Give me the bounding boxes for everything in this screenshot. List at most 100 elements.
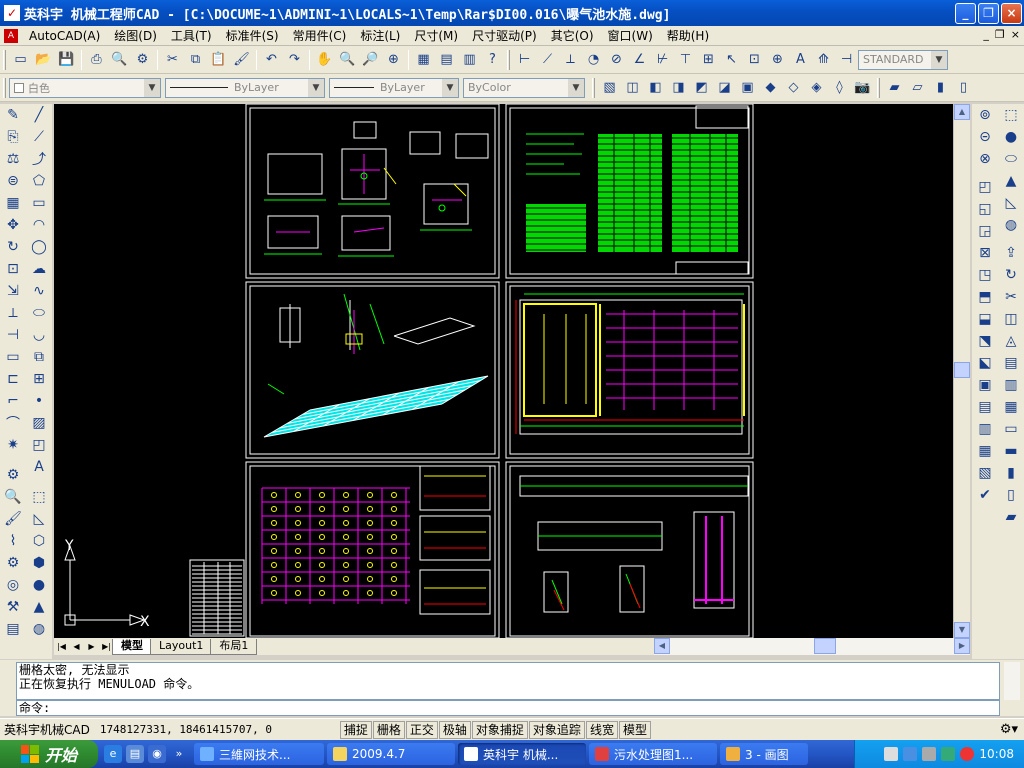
3d-view-left-icon[interactable]: ◨ <box>667 76 690 99</box>
cube-icon[interactable]: ⬡ <box>28 530 50 552</box>
color-faces-icon[interactable]: ⬔ <box>974 330 996 352</box>
toolbar-grip[interactable] <box>3 77 6 98</box>
app-icon[interactable]: ✓ <box>4 5 20 21</box>
undo-icon[interactable]: ↶ <box>260 48 283 71</box>
drawing-sheets[interactable]: X Y <box>54 104 953 638</box>
task-button[interactable]: 污水处理图1... <box>589 743 717 765</box>
radius-dimension-icon[interactable]: ◔ <box>582 48 605 71</box>
taper-faces-icon[interactable]: ⬒ <box>974 286 996 308</box>
linetype-combo[interactable]: ByLayer ▼ <box>165 77 325 98</box>
task-button[interactable]: 2009.4.7 <box>327 743 455 765</box>
media-icon[interactable]: ◉ <box>148 745 166 763</box>
tool-palette-icon[interactable]: ▥ <box>458 48 481 71</box>
standard-part-icon[interactable]: ⚙ <box>2 464 24 486</box>
toggle-polar[interactable]: 极轴 <box>438 720 471 739</box>
copy-icon[interactable]: ⧉ <box>184 48 207 71</box>
pan-icon[interactable]: ✋ <box>313 48 336 71</box>
menu-help[interactable]: 帮助(H) <box>660 27 716 44</box>
horizontal-scrollbar[interactable]: ◀ ▶ <box>654 638 970 655</box>
text-icon[interactable]: A <box>28 456 50 478</box>
solid-sphere-icon[interactable]: ● <box>1000 126 1022 148</box>
keyboard-icon[interactable] <box>884 747 899 761</box>
polygon-icon[interactable]: ⬠ <box>28 170 50 192</box>
task-button[interactable]: 英科宇 机械... <box>458 743 586 765</box>
coordinate-readout[interactable]: 1748127331, 18461415707, 0 <box>94 723 340 736</box>
extrude-faces-icon[interactable]: ◰ <box>974 176 996 198</box>
subtract-icon[interactable]: ⊝ <box>974 126 996 148</box>
publish-icon[interactable]: ⚙ <box>131 48 154 71</box>
menu-size-driven[interactable]: 尺寸驱动(P) <box>465 27 544 44</box>
next-tab-icon[interactable]: ▶ <box>84 639 99 654</box>
solid-torus-icon[interactable]: ◍ <box>1000 214 1022 236</box>
tab-model[interactable]: 模型 <box>112 638 152 655</box>
open-file-icon[interactable]: 📂 <box>32 48 55 71</box>
solid-cylinder-icon[interactable]: ⬭ <box>1000 148 1022 170</box>
continue-dimension-icon[interactable]: ⊞ <box>697 48 720 71</box>
close-button[interactable]: × <box>1001 3 1022 24</box>
copy-object-icon[interactable]: ⎘ <box>2 126 24 148</box>
dimension-edit-icon[interactable]: A <box>789 48 812 71</box>
separate-icon[interactable]: ▦ <box>974 440 996 462</box>
3d-view-bottom-icon[interactable]: ▣ <box>736 76 759 99</box>
setup-view-icon[interactable]: ▥ <box>1000 374 1022 396</box>
iso-ne-icon[interactable]: ◈ <box>805 76 828 99</box>
scroll-thumb[interactable] <box>954 362 970 378</box>
iso-sw-icon[interactable]: ◆ <box>759 76 782 99</box>
quick-dimension-icon[interactable]: ⊬ <box>651 48 674 71</box>
task-button[interactable]: 3 - 画图 <box>720 743 808 765</box>
menu-autocad[interactable]: AutoCAD(A) <box>22 29 107 43</box>
tab-layout-cn[interactable]: 布局1 <box>210 638 258 655</box>
move-icon[interactable]: ✥ <box>2 214 24 236</box>
leader-icon[interactable]: ↖ <box>720 48 743 71</box>
line-icon[interactable]: ╱ <box>28 104 50 126</box>
polyline-icon[interactable]: ⤴ <box>28 148 50 170</box>
command-scrollbar[interactable] <box>1004 662 1020 700</box>
chevron-down-icon[interactable]: ▼ <box>931 50 947 69</box>
break-icon[interactable]: ▭ <box>2 346 24 368</box>
box-icon[interactable]: ⬚ <box>28 486 50 508</box>
tolerance-icon[interactable]: ⊡ <box>743 48 766 71</box>
help-icon[interactable] <box>922 747 937 761</box>
move-faces-icon[interactable]: ◱ <box>974 198 996 220</box>
offset-faces-icon[interactable]: ◲ <box>974 220 996 242</box>
linear-dimension-icon[interactable]: ⊢ <box>513 48 536 71</box>
zoom-window-icon[interactable]: 🔎 <box>359 48 382 71</box>
rotate-icon[interactable]: ↻ <box>2 236 24 258</box>
chevron-down-icon[interactable]: ▼ <box>144 78 160 97</box>
solid-wedge-icon[interactable]: ◺ <box>1000 192 1022 214</box>
toggle-model[interactable]: 模型 <box>618 720 651 739</box>
join-icon[interactable]: ⊏ <box>2 368 24 390</box>
layer-combo[interactable]: 白色 ▼ <box>9 77 161 98</box>
save-icon[interactable]: 💾 <box>55 48 78 71</box>
ordinate-dimension-icon[interactable]: ⟂ <box>559 48 582 71</box>
redo-icon[interactable]: ↷ <box>283 48 306 71</box>
start-button[interactable]: 开始 <box>0 740 98 768</box>
mdi-close-button[interactable]: × <box>1011 28 1020 41</box>
help-icon[interactable]: ? <box>481 48 504 71</box>
zoom-icon[interactable]: 🔍 <box>2 486 24 508</box>
iso-se-icon[interactable]: ◇ <box>782 76 805 99</box>
zoom-realtime-icon[interactable]: 🔍 <box>336 48 359 71</box>
render-icon[interactable]: ▱ <box>906 76 929 99</box>
toggle-grid[interactable]: 栅格 <box>372 720 405 739</box>
copy-faces-icon[interactable]: ⬓ <box>974 308 996 330</box>
first-tab-icon[interactable]: |◀ <box>54 639 69 654</box>
copy-edges-icon[interactable]: ⬕ <box>974 352 996 374</box>
stretch-icon[interactable]: ⇲ <box>2 280 24 302</box>
dimension-text-edit-icon[interactable]: ⟰ <box>812 48 835 71</box>
chamfer-icon[interactable]: ⌐ <box>2 390 24 412</box>
menu-window[interactable]: 窗口(W) <box>601 27 660 44</box>
view-2-icon[interactable]: ▬ <box>1000 440 1022 462</box>
tray-settings-icon[interactable]: ⚙▾ <box>1000 722 1018 737</box>
center-mark-icon[interactable]: ⊕ <box>766 48 789 71</box>
delete-faces-icon[interactable]: ⊠ <box>974 242 996 264</box>
dimension-update-icon[interactable]: ⊣ <box>835 48 858 71</box>
lineweight-combo[interactable]: ByLayer ▼ <box>329 77 459 98</box>
print-preview-icon[interactable]: 🔍 <box>108 48 131 71</box>
bearing-icon[interactable]: ◎ <box>2 574 24 596</box>
camera-icon[interactable]: 📷 <box>851 76 874 99</box>
iso-nw-icon[interactable]: ◊ <box>828 76 851 99</box>
torus-icon[interactable]: ◍ <box>28 618 50 640</box>
setup-drawing-icon[interactable]: ▤ <box>1000 352 1022 374</box>
design-center-icon[interactable]: ▦ <box>412 48 435 71</box>
